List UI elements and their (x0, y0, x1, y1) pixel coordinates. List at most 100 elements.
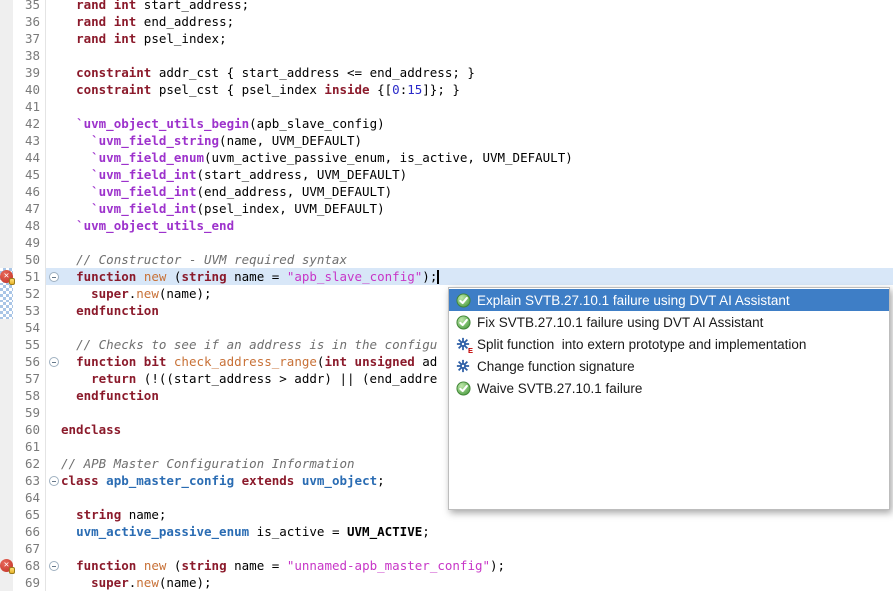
quickfix-menu-item-label: Waive SVTB.27.10.1 failure (477, 381, 642, 396)
code-line[interactable] (61, 47, 893, 64)
code-token: ( (166, 269, 181, 284)
fold-column (45, 47, 61, 64)
editor-row: 44 `uvm_field_enum(uvm_active_passive_en… (0, 149, 893, 166)
annotation-ruler-cell (0, 285, 13, 302)
code-token (61, 252, 76, 267)
code-line[interactable]: `uvm_object_utils_begin(apb_slave_config… (61, 115, 893, 132)
annotation-ruler-cell (0, 523, 13, 540)
annotation-ruler-cell (0, 319, 13, 336)
code-token: endfunction (76, 388, 159, 403)
code-token: ; (422, 524, 430, 539)
annotation-ruler-cell (0, 387, 13, 404)
code-token: ad (415, 354, 438, 369)
line-number: 62 (13, 455, 45, 472)
code-token: start_address; (136, 0, 249, 12)
code-token (61, 31, 76, 46)
code-token: (start_address, UVM_DEFAULT) (196, 167, 407, 182)
error-quickfix-icon[interactable]: ✕ (0, 270, 13, 283)
code-token: addr_cst { start_address <= end_address;… (151, 65, 475, 80)
editor-row: 67 (0, 540, 893, 557)
code-token: new (136, 575, 159, 590)
line-number: 58 (13, 387, 45, 404)
fold-collapse-icon[interactable] (49, 561, 59, 571)
editor-row: 66 uvm_active_passive_enum is_active = U… (0, 523, 893, 540)
fold-column (45, 64, 61, 81)
annotation-ruler-cell (0, 234, 13, 251)
code-token: int unsigned (324, 354, 414, 369)
code-token: {[ (370, 82, 393, 97)
code-token: extends (242, 473, 295, 488)
code-line[interactable]: function new (string name = "unnamed-apb… (61, 557, 893, 574)
code-token: endclass (61, 422, 121, 437)
code-token (61, 82, 76, 97)
line-number: 36 (13, 13, 45, 30)
code-line[interactable]: function new (string name = "apb_slave_c… (61, 268, 893, 285)
line-number: 42 (13, 115, 45, 132)
quickfix-menu-item[interactable]: Waive SVTB.27.10.1 failure (449, 377, 889, 399)
annotation-ruler-cell (0, 472, 13, 489)
code-token: inside (324, 82, 369, 97)
code-token (61, 507, 76, 522)
code-token: function bit (76, 354, 166, 369)
check-circle-icon (455, 314, 471, 330)
fold-collapse-icon[interactable] (49, 357, 59, 367)
code-line[interactable]: uvm_active_passive_enum is_active = UVM_… (61, 523, 893, 540)
line-number: 64 (13, 489, 45, 506)
quickfix-menu-item[interactable]: Change function signature (449, 355, 889, 377)
code-line[interactable]: `uvm_field_int(end_address, UVM_DEFAULT) (61, 183, 893, 200)
annotation-ruler-cell (0, 166, 13, 183)
annotation-ruler-cell (0, 302, 13, 319)
code-line[interactable]: rand int start_address; (61, 0, 893, 13)
quickfix-menu-item[interactable]: ESplit function into extern prototype an… (449, 333, 889, 355)
line-number: 57 (13, 370, 45, 387)
fold-collapse-icon[interactable] (49, 476, 59, 486)
code-line[interactable]: `uvm_field_enum(uvm_active_passive_enum,… (61, 149, 893, 166)
code-token: (apb_slave_config) (249, 116, 384, 131)
code-line[interactable]: super.new(name); (61, 574, 893, 591)
fold-collapse-icon[interactable] (49, 272, 59, 282)
editor-row: 69 super.new(name); (0, 574, 893, 591)
code-line[interactable] (61, 98, 893, 115)
annotation-ruler-cell (0, 506, 13, 523)
code-line[interactable]: constraint addr_cst { start_address <= e… (61, 64, 893, 81)
error-quickfix-icon[interactable]: ✕ (0, 559, 13, 572)
code-token: `uvm_field_int (91, 184, 196, 199)
fold-column (45, 421, 61, 438)
quickfix-menu-item[interactable]: Explain SVTB.27.10.1 failure using DVT A… (449, 289, 889, 311)
code-token: new (144, 558, 167, 573)
code-line[interactable]: constraint psel_cst { psel_index inside … (61, 81, 893, 98)
editor-row: 38 (0, 47, 893, 64)
code-line[interactable]: rand int end_address; (61, 13, 893, 30)
code-line[interactable] (61, 234, 893, 251)
annotation-ruler-cell (0, 183, 13, 200)
code-line[interactable]: `uvm_object_utils_end (61, 217, 893, 234)
fold-column (45, 30, 61, 47)
code-token: ); (422, 269, 437, 284)
annotation-ruler-cell (0, 353, 13, 370)
code-line[interactable]: `uvm_field_int(start_address, UVM_DEFAUL… (61, 166, 893, 183)
code-token: function (76, 558, 136, 573)
code-token (61, 218, 76, 233)
line-number: 43 (13, 132, 45, 149)
code-token: name; (121, 507, 166, 522)
line-number: 53 (13, 302, 45, 319)
editor-row: 49 (0, 234, 893, 251)
code-line[interactable]: `uvm_field_string(name, UVM_DEFAULT) (61, 132, 893, 149)
annotation-ruler-cell (0, 0, 13, 13)
code-line[interactable] (61, 540, 893, 557)
editor-row: 46 `uvm_field_int(end_address, UVM_DEFAU… (0, 183, 893, 200)
code-line[interactable]: // Constructor - UVM required syntax (61, 251, 893, 268)
annotation-ruler-cell (0, 370, 13, 387)
code-token: ]}; } (422, 82, 460, 97)
code-line[interactable]: `uvm_field_int(psel_index, UVM_DEFAULT) (61, 200, 893, 217)
code-token (61, 286, 91, 301)
editor-row: ✕68 function new (string name = "unnamed… (0, 557, 893, 574)
code-line[interactable]: rand int psel_index; (61, 30, 893, 47)
code-token: apb_master_config (106, 473, 234, 488)
code-token: // Constructor - UVM required syntax (76, 252, 347, 267)
code-token: psel_cst { psel_index (151, 82, 324, 97)
line-number: 39 (13, 64, 45, 81)
line-number: 41 (13, 98, 45, 115)
quickfix-menu-item[interactable]: Fix SVTB.27.10.1 failure using DVT AI As… (449, 311, 889, 333)
fold-column (45, 217, 61, 234)
